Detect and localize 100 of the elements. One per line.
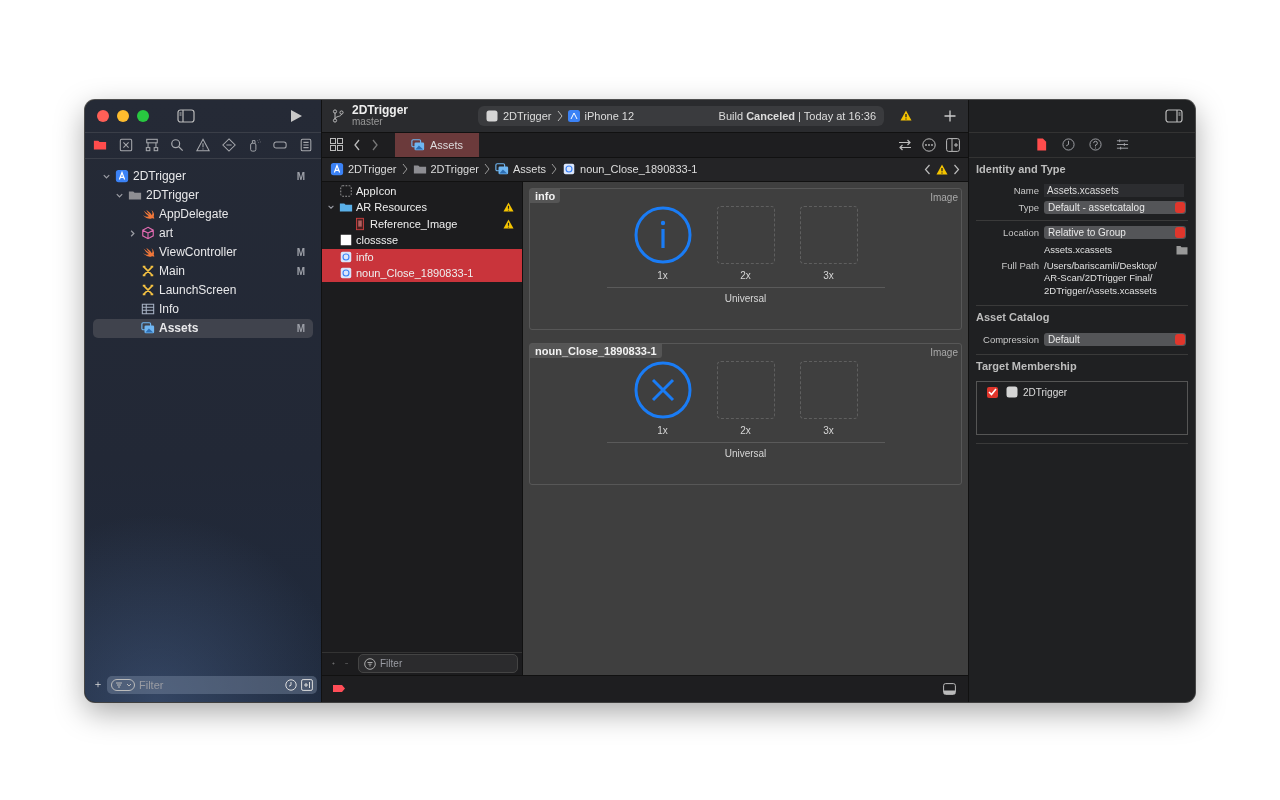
sliders-icon[interactable] (1116, 138, 1129, 151)
modified-label: M (296, 265, 305, 277)
run-icon[interactable] (290, 108, 303, 123)
grid-icon[interactable] (330, 138, 343, 151)
back-icon[interactable] (353, 138, 361, 151)
assets-icon (411, 137, 425, 152)
file-row[interactable]: AppDelegate (93, 204, 313, 224)
spray-icon[interactable] (247, 138, 262, 152)
plist-file-icon (141, 302, 155, 316)
filter-input[interactable]: Filter (380, 658, 512, 669)
asset-row[interactable]: closssse (322, 232, 522, 249)
breakpoints-toggle-icon[interactable] (332, 684, 346, 693)
app-target-icon (1006, 386, 1018, 398)
selected-file-row[interactable]: Assets M (93, 318, 313, 338)
project-file-icon (115, 169, 129, 183)
location-popup[interactable]: Relative to Group (1044, 226, 1186, 239)
target-checkbox[interactable] (987, 386, 998, 398)
section-title: Target Membership (976, 360, 1078, 372)
close-button[interactable] (97, 109, 109, 122)
file-row[interactable]: art (93, 223, 313, 243)
more-icon[interactable] (922, 137, 936, 152)
filter-icon[interactable] (111, 678, 135, 691)
asset-row[interactable]: Reference_Image (322, 215, 522, 232)
sidebar-toggle-icon[interactable] (177, 108, 195, 123)
file-row[interactable]: Main M (93, 261, 313, 281)
warn-icon[interactable] (196, 138, 210, 152)
file-row[interactable]: LaunchScreen (93, 280, 313, 300)
imageset-icon (562, 162, 576, 176)
diamond-icon[interactable] (221, 138, 236, 152)
previous-issue-icon[interactable] (924, 163, 931, 175)
next-issue-icon[interactable] (953, 163, 960, 175)
breadcrumb-item[interactable]: noun_Close_1890833-1 (562, 162, 698, 176)
filter-input[interactable]: Filter (139, 678, 281, 691)
folder-icon[interactable] (93, 138, 107, 152)
modified-label: M (296, 322, 305, 334)
file-row[interactable]: ViewController M (93, 242, 313, 262)
info-circle-image[interactable] (633, 205, 692, 264)
inspector-toggle-icon[interactable] (1165, 108, 1183, 123)
compression-popup[interactable]: Default (1044, 332, 1186, 346)
filter-field[interactable]: Filter (358, 654, 518, 673)
file-name: 2DTrigger (146, 188, 199, 202)
file-row[interactable]: Info (93, 299, 313, 319)
close-circle-image[interactable] (633, 360, 692, 419)
file-icon[interactable] (1035, 138, 1048, 151)
device-selector[interactable]: iPhone 12 (584, 109, 635, 122)
forward-icon[interactable] (371, 138, 379, 151)
scheme-selector[interactable]: 2DTrigger (503, 109, 552, 122)
project-title: 2DTrigger (352, 103, 409, 116)
zoom-button[interactable] (137, 109, 149, 122)
target-name: 2DTrigger (1023, 386, 1068, 398)
asset-name: info (356, 250, 374, 263)
asset-name: AppIcon (356, 184, 397, 197)
clock-icon[interactable] (1062, 138, 1075, 151)
search-icon[interactable] (170, 138, 185, 152)
add-icon[interactable] (944, 109, 956, 122)
scale-label: 1x (657, 269, 668, 281)
file-row[interactable]: 2DTrigger M (93, 166, 313, 186)
type-popup[interactable]: Default - assetcatalog (1044, 201, 1186, 214)
source-filter-icon[interactable] (301, 678, 313, 691)
chevron-right-icon (551, 163, 557, 175)
add-editor-icon[interactable] (946, 137, 960, 152)
app-target-icon (486, 109, 498, 122)
list-icon[interactable] (299, 138, 313, 152)
file-name: Assets (159, 321, 199, 335)
imageset-icon (339, 249, 353, 264)
name-field[interactable]: Assets.xcassets (1044, 184, 1184, 197)
warning-icon[interactable] (936, 163, 948, 175)
file-row[interactable]: 2DTrigger (93, 185, 313, 205)
breadcrumb-item[interactable]: 2DTrigger (330, 162, 397, 176)
selected-asset-row[interactable]: noun_Close_1890833-1 (322, 265, 522, 282)
field-label: Location (1002, 227, 1039, 238)
breadcrumb-item[interactable]: Assets (495, 162, 546, 176)
filter-field[interactable]: Filter (107, 675, 317, 694)
chevron-right-icon (401, 163, 408, 175)
debug-area-toggle-icon[interactable] (943, 682, 956, 695)
modified-label: M (296, 246, 305, 258)
add-icon[interactable] (95, 679, 101, 690)
scale-label: 3x (823, 424, 834, 436)
file-name: art (159, 226, 173, 240)
minimize-button[interactable] (117, 109, 129, 122)
scene-file-icon (141, 226, 155, 240)
assets-icon (495, 162, 509, 176)
editor-tab[interactable]: Assets (395, 132, 479, 157)
chevron-right-icon (556, 109, 563, 122)
field-label: Name (1012, 185, 1039, 196)
chevron-down-icon[interactable] (327, 203, 335, 212)
warning-icon[interactable] (900, 110, 912, 121)
folder-icon[interactable] (1176, 244, 1188, 255)
scale-label: 2x (740, 424, 751, 436)
asset-row[interactable]: AppIcon (322, 182, 522, 199)
capsule-icon[interactable] (273, 138, 288, 152)
swap-icon[interactable] (898, 138, 912, 151)
asset-row[interactable]: AR Resources (322, 199, 522, 216)
selected-asset-row[interactable]: info (322, 248, 522, 265)
help-icon[interactable] (1089, 138, 1102, 151)
breadcrumb-item[interactable]: 2DTrigger (412, 162, 479, 176)
file-name: Main (159, 264, 185, 278)
file-name: 2DTrigger (133, 169, 186, 183)
branch-icon (332, 108, 344, 123)
storyboard-file-icon (141, 264, 155, 278)
